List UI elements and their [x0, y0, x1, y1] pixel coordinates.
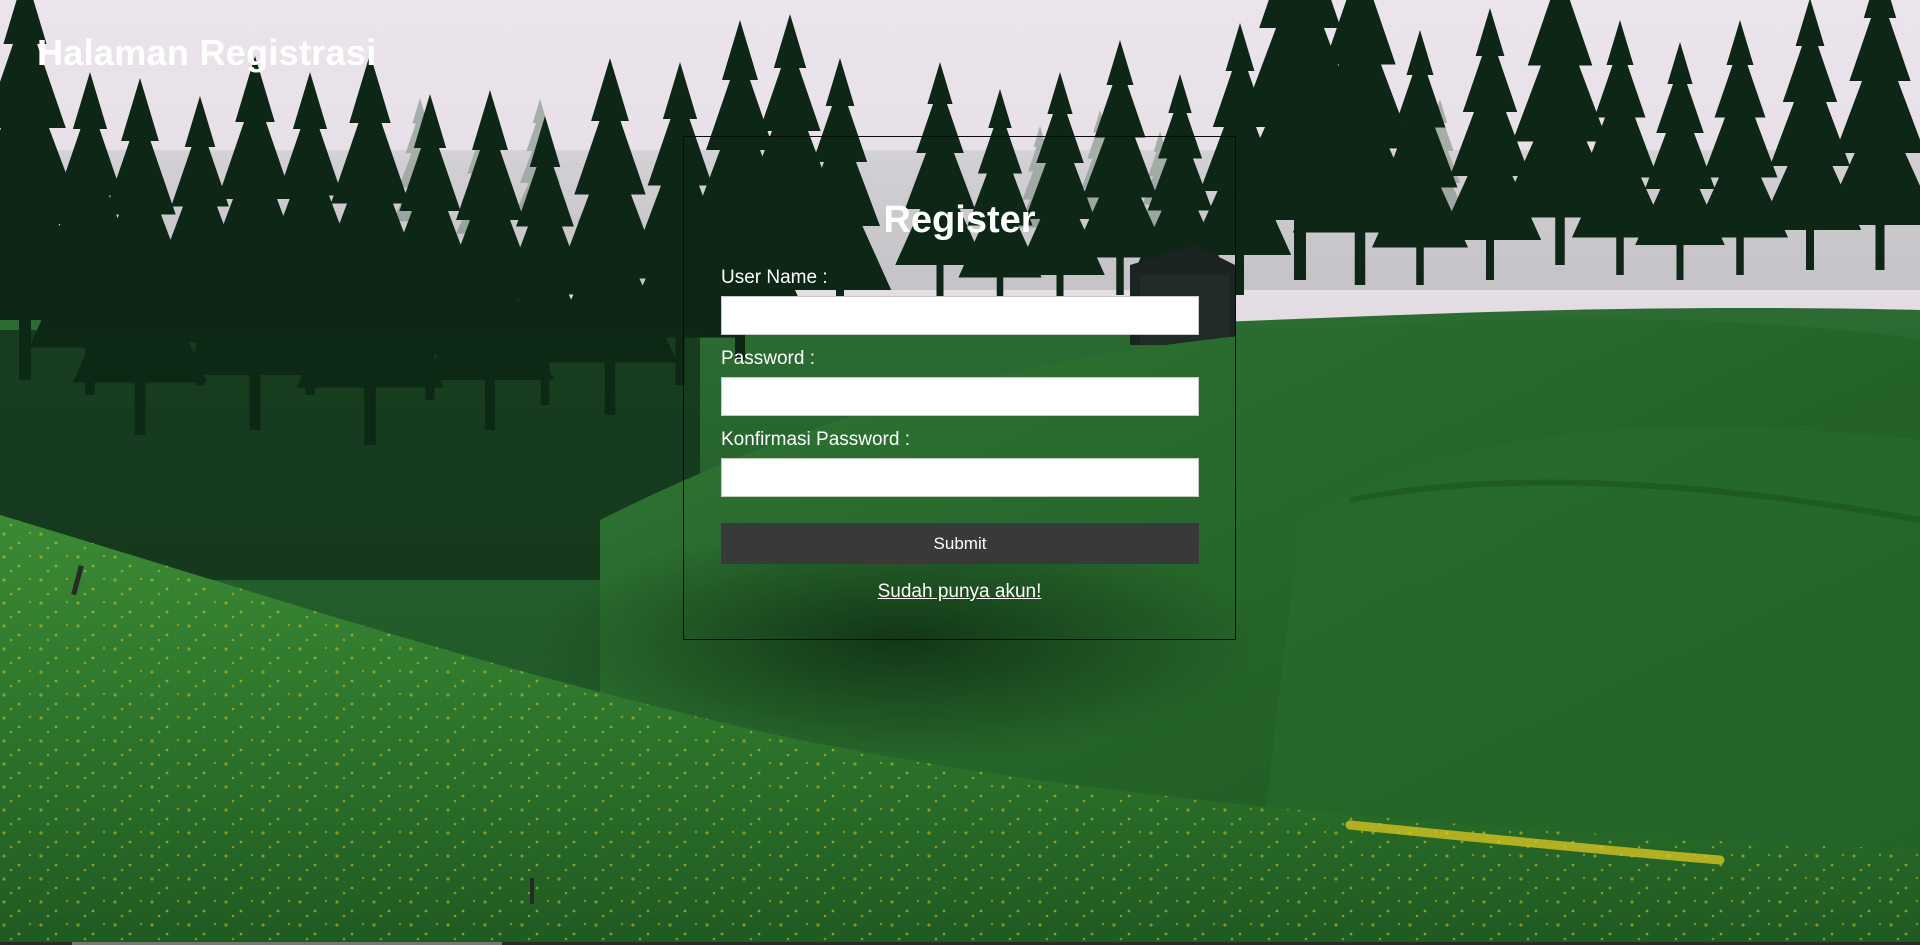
submit-button[interactable]: Submit	[721, 523, 1199, 564]
username-input[interactable]	[721, 296, 1199, 335]
form-title: Register	[883, 199, 1036, 241]
confirm-password-label: Konfirmasi Password :	[721, 429, 911, 450]
username-label: User Name :	[721, 267, 828, 288]
password-input[interactable]	[721, 377, 1199, 416]
registration-form-box: Register User Name : Password : Konfirma…	[683, 136, 1236, 640]
login-link[interactable]: Sudah punya akun!	[684, 581, 1235, 603]
password-label: Password :	[721, 348, 815, 369]
confirm-password-input[interactable]	[721, 458, 1199, 497]
page-title: Halaman Registrasi	[37, 32, 377, 73]
registration-page: Halaman Registrasi Register User Name : …	[0, 0, 1920, 945]
